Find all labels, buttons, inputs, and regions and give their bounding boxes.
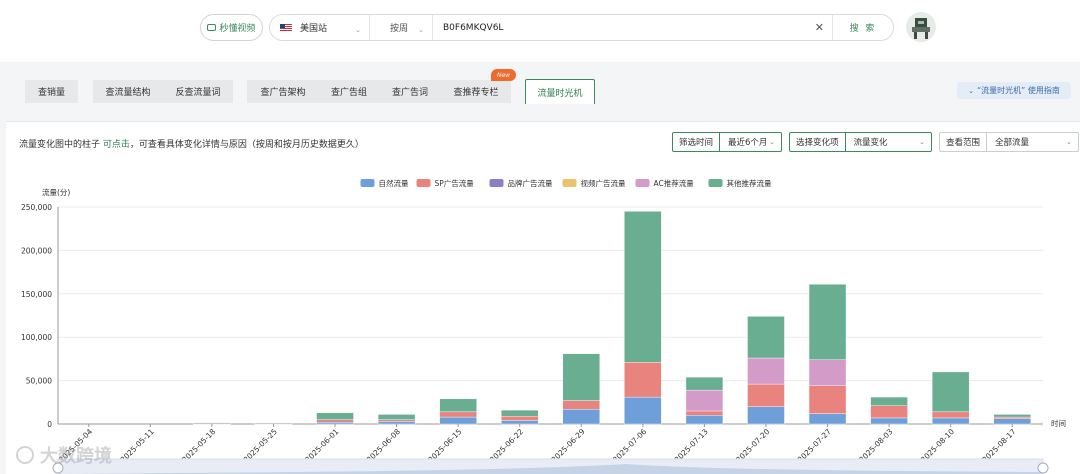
bar-segment[interactable] — [931, 371, 970, 413]
bar-segment[interactable] — [993, 418, 1031, 425]
bar-segment[interactable] — [624, 211, 662, 363]
bar-segment[interactable] — [254, 422, 293, 424]
bar-segment[interactable] — [377, 414, 416, 420]
search-box: 美国站 ⌄ 按周 ⌄ B0F6MKQV6L ✕ 搜 索 — [269, 14, 894, 41]
y-tick-label: 50,000 — [26, 377, 52, 386]
zoom-handle-right[interactable] — [1037, 462, 1049, 474]
bar-segment[interactable] — [316, 419, 354, 423]
bar-segment[interactable] — [870, 417, 908, 425]
legend-label[interactable]: AC推荐流量 — [654, 178, 695, 188]
double-chevron-down-icon: ⌄ — [968, 86, 975, 95]
bar-segment[interactable] — [501, 420, 539, 425]
legend-swatch[interactable] — [489, 179, 504, 187]
bar-segment[interactable] — [808, 359, 847, 387]
avatar[interactable] — [906, 12, 936, 42]
period-select[interactable]: 按周 ⌄ — [370, 15, 433, 40]
bar-segment[interactable] — [316, 422, 354, 425]
guide-link[interactable]: ⌄ “流量时光机” 使用指南 — [957, 82, 1071, 99]
watermark: 大数跨境 — [40, 445, 112, 467]
bar-segment[interactable] — [870, 405, 908, 419]
legend-label[interactable]: 其他推荐流量 — [727, 178, 772, 188]
tab-reverse-keywords[interactable]: 反查流量词 — [163, 80, 233, 103]
x-axis-label: 时间 — [1051, 418, 1066, 428]
y-axis-label: 流量(分) — [42, 187, 70, 197]
bar-segment[interactable] — [870, 396, 908, 406]
chevron-down-icon: ⌄ — [355, 26, 361, 34]
bar-segment[interactable] — [193, 422, 231, 424]
bar-segment[interactable] — [808, 385, 847, 414]
legend-swatch[interactable] — [360, 179, 375, 187]
legend-label[interactable]: 视频广告流量 — [581, 178, 626, 188]
bar-segment[interactable] — [747, 316, 785, 359]
tab-ad-groups[interactable]: 查广告组 — [319, 80, 379, 103]
bar-segment[interactable] — [562, 353, 600, 401]
tab-ad-keywords[interactable]: 查广告词 — [379, 80, 441, 103]
asin-input[interactable]: B0F6MKQV6L ✕ — [433, 15, 833, 40]
tab-bar: 查销量 查流量结构 反查流量词 查广告架构 查广告组 查广告词 查推荐专栏 Ne… — [0, 62, 1080, 120]
close-icon[interactable]: ✕ — [815, 21, 824, 34]
legend-swatch[interactable] — [635, 179, 650, 187]
bar-segment[interactable] — [747, 406, 785, 425]
tab-sales[interactable]: 查销量 — [25, 80, 78, 103]
legend-swatch[interactable] — [416, 179, 431, 187]
y-tick-label: 150,000 — [21, 290, 52, 299]
bar-segment[interactable] — [747, 383, 785, 407]
legend-label[interactable]: 自然流量 — [379, 178, 409, 188]
new-badge: New — [491, 69, 516, 81]
bar-segment[interactable] — [685, 410, 724, 416]
site-label: 美国站 — [300, 24, 328, 34]
bar-segment[interactable] — [439, 398, 477, 413]
bar-segment[interactable] — [808, 284, 847, 360]
tab-ad-architecture[interactable]: 查广告架构 — [247, 80, 319, 103]
y-tick-label: 100,000 — [21, 333, 52, 342]
bar-segment[interactable] — [501, 415, 539, 421]
top-bar: 秒懂视频 美国站 ⌄ 按周 ⌄ B0F6MKQV6L ✕ 搜 索 — [0, 0, 1080, 62]
traffic-chart: 自然流量 SP广告流量 品牌广告流量 视频广告流量 AC推荐流量 其他推荐流量流量(分) 0… — [16, 178, 1066, 474]
bar-segment[interactable] — [377, 421, 416, 425]
bar-segment[interactable] — [316, 412, 354, 420]
legend-swatch[interactable] — [708, 179, 723, 187]
video-button[interactable]: 秒懂视频 — [200, 14, 263, 41]
page: 秒懂视频 美国站 ⌄ 按周 ⌄ B0F6MKQV6L ✕ 搜 索 查销量 查流量… — [0, 0, 1080, 474]
bar-segment[interactable] — [993, 416, 1031, 419]
bar-segment[interactable] — [377, 419, 416, 422]
tab-recommend-columns[interactable]: 查推荐专栏 — [441, 80, 511, 103]
bar-segment[interactable] — [685, 415, 724, 425]
watermark-logo-icon — [16, 446, 34, 464]
chevron-down-icon: ⌄ — [418, 26, 424, 34]
bar-segment[interactable] — [562, 400, 600, 410]
bar-segment[interactable] — [624, 396, 662, 425]
bar-segment[interactable] — [993, 414, 1031, 418]
video-icon — [207, 24, 217, 31]
us-flag-icon — [280, 23, 292, 32]
bar-segment[interactable] — [562, 409, 600, 425]
y-tick-label: 250,000 — [21, 203, 52, 212]
bar-segment[interactable] — [439, 411, 477, 418]
bar-segment[interactable] — [501, 409, 539, 417]
bar-segment[interactable] — [931, 417, 970, 425]
y-tick-label: 0 — [47, 420, 52, 429]
bar-segment[interactable] — [624, 362, 662, 398]
bar-segment[interactable] — [747, 357, 785, 385]
chart-panel: 流量变化图中的柱子 可点击，可查看具体变化详情与原因（按周和按月历史数据更久） … — [6, 121, 1080, 474]
asin-value: B0F6MKQV6L — [443, 22, 504, 33]
bar-segment[interactable] — [685, 376, 724, 391]
legend-label[interactable]: 品牌广告流量 — [508, 178, 553, 188]
video-button-label: 秒懂视频 — [219, 24, 256, 34]
tab-traffic-time-machine[interactable]: 流量时光机 — [525, 79, 595, 104]
bar-segment[interactable] — [439, 416, 477, 425]
tab-traffic-structure[interactable]: 查流量结构 — [93, 80, 163, 103]
period-label: 按周 — [390, 24, 409, 34]
guide-label: “流量时光机” 使用指南 — [977, 86, 1060, 95]
bar-segment[interactable] — [931, 411, 970, 419]
bar-segment[interactable] — [685, 389, 724, 412]
bar-segment[interactable] — [808, 413, 847, 425]
search-button[interactable]: 搜 索 — [833, 21, 893, 34]
legend-swatch[interactable] — [562, 179, 577, 187]
site-select[interactable]: 美国站 ⌄ — [270, 15, 370, 40]
legend-label[interactable]: SP广告流量 — [435, 178, 475, 188]
y-tick-label: 200,000 — [21, 246, 52, 255]
